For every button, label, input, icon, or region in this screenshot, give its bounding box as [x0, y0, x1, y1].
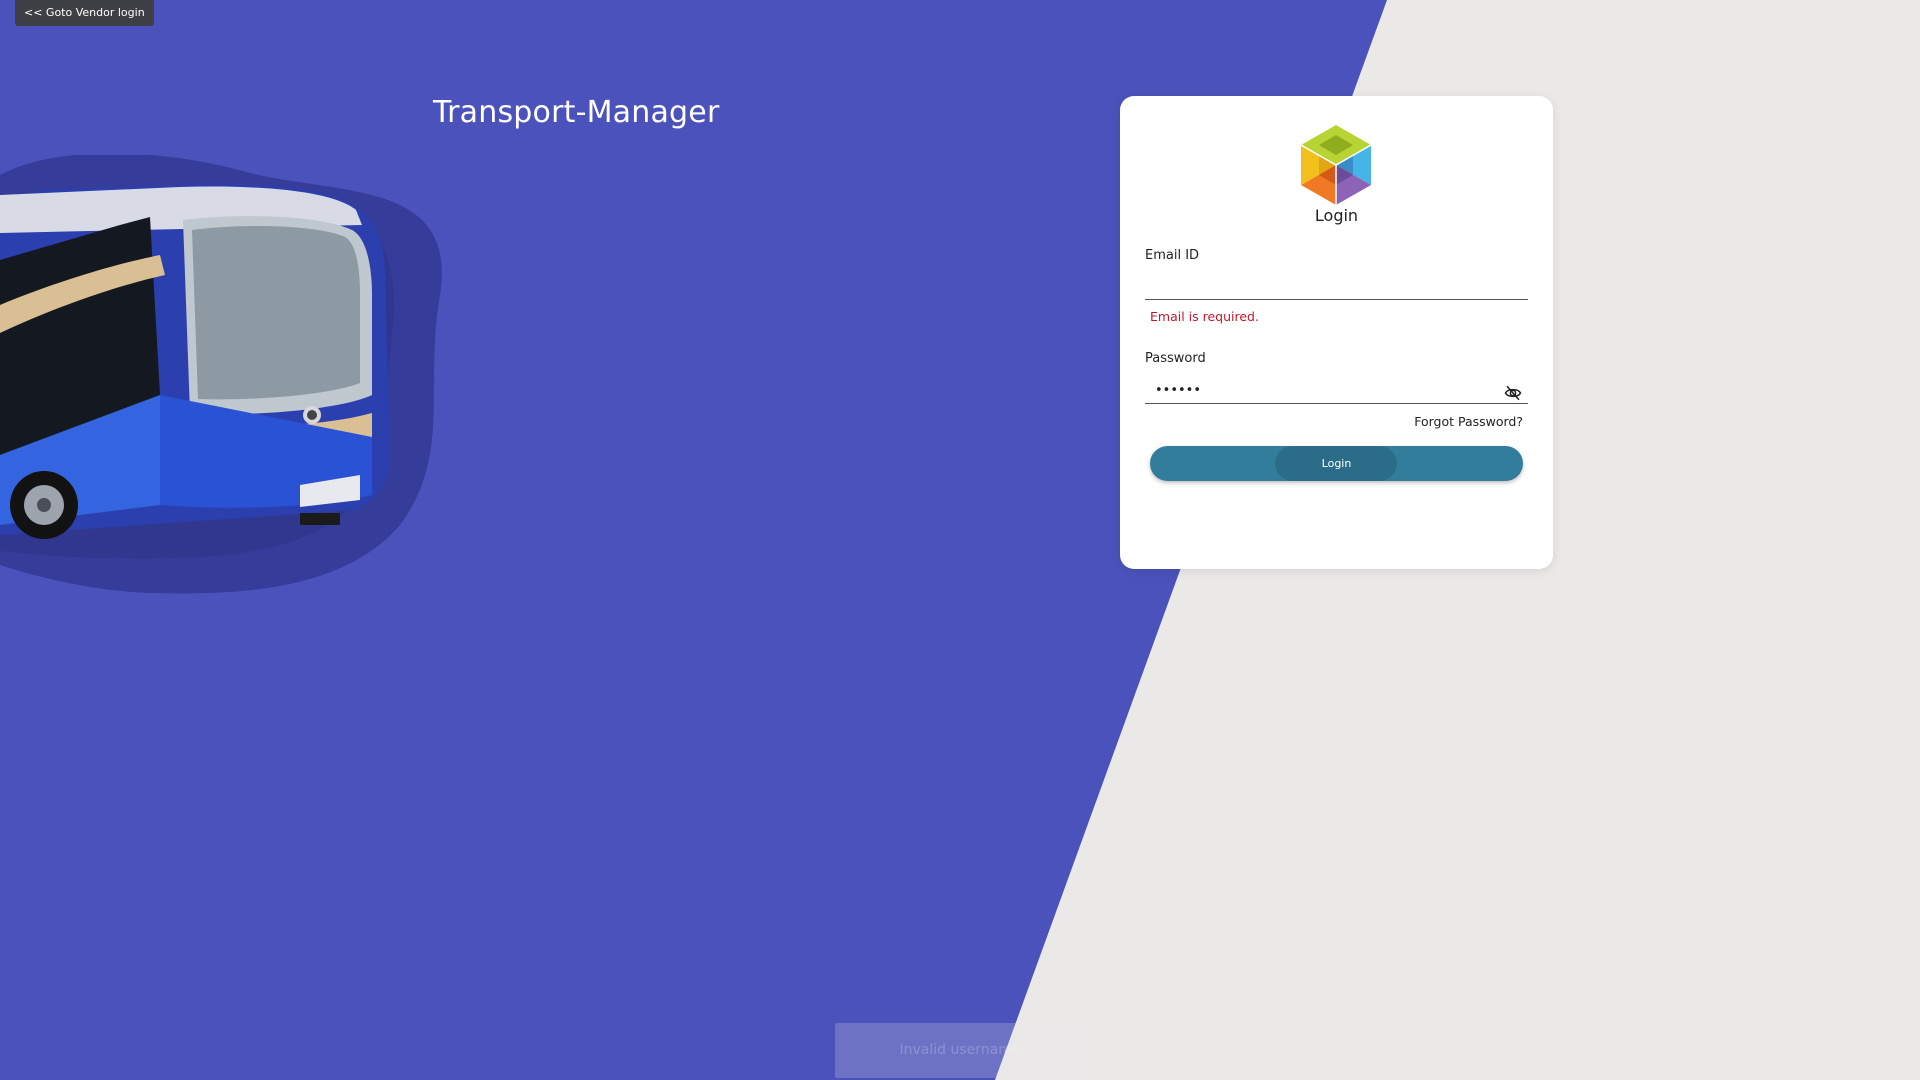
password-field[interactable] [1145, 378, 1528, 404]
bus-illustration [0, 155, 442, 594]
login-button[interactable]: Login [1150, 446, 1523, 481]
login-heading: Login [1314, 206, 1359, 225]
login-button-label: Login [1321, 457, 1352, 470]
forgot-password-link[interactable]: Forgot Password? [1414, 414, 1523, 429]
hexagon-logo-icon [1301, 125, 1371, 205]
email-error-message: Email is required. [1150, 309, 1259, 324]
error-toast: Invalid username [835, 1023, 1085, 1078]
email-label: Email ID [1145, 248, 1200, 263]
login-page: << Goto Vendor login Transport-Manager L… [0, 0, 1920, 1080]
password-label: Password [1145, 351, 1206, 366]
goto-vendor-login-button[interactable]: << Goto Vendor login [15, 0, 154, 26]
eye-off-icon[interactable] [1504, 384, 1522, 402]
login-card: Login Email ID Email is required. Passwo… [1120, 96, 1553, 569]
app-title: Transport-Manager [433, 95, 720, 130]
email-field[interactable] [1145, 274, 1528, 300]
